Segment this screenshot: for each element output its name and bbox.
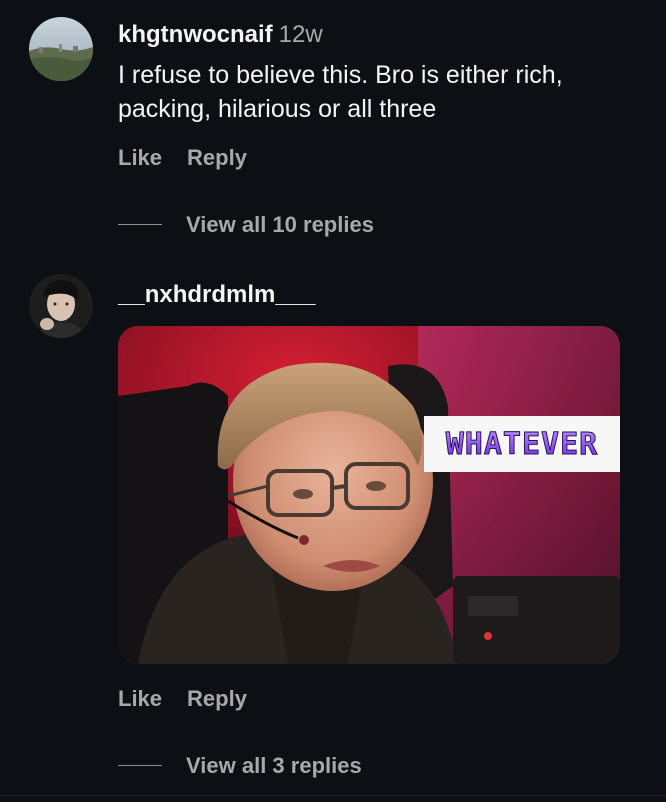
bottom-divider: [0, 795, 666, 796]
replies-divider-line: [118, 223, 162, 225]
avatar-image-landscape: [29, 17, 93, 81]
avatar[interactable]: [29, 274, 93, 338]
username-text[interactable]: khgtnwocnaif: [118, 21, 273, 48]
gif-caption-whatever: WHATEVER: [446, 427, 599, 462]
comment-gif[interactable]: WHATEVER: [118, 326, 620, 664]
comment-text: I refuse to believe this. Bro is either …: [118, 61, 563, 123]
view-replies-button[interactable]: View all 10 replies: [118, 212, 374, 238]
reply-button[interactable]: Reply: [187, 686, 247, 712]
gif-image: WHATEVER: [118, 326, 620, 664]
view-replies-button[interactable]: View all 3 replies: [118, 753, 362, 779]
username-text[interactable]: __nxhdrdmlm___: [118, 281, 315, 308]
avatar-image-person: [29, 274, 93, 338]
comment-username[interactable]: khgtnwocnaif 12w: [118, 21, 323, 49]
view-replies-label[interactable]: View all 3 replies: [186, 753, 362, 778]
like-button[interactable]: Like: [118, 145, 162, 171]
comment-username[interactable]: __nxhdrdmlm___: [118, 281, 315, 309]
reply-button[interactable]: Reply: [187, 145, 247, 171]
comment-actions: Like Reply: [118, 145, 247, 171]
view-replies-label[interactable]: View all 10 replies: [186, 212, 374, 237]
avatar[interactable]: [29, 17, 93, 81]
replies-divider-line: [118, 764, 162, 766]
comment-actions: Like Reply: [118, 686, 247, 712]
comment-timestamp: 12w: [278, 21, 323, 48]
like-button[interactable]: Like: [118, 686, 162, 712]
